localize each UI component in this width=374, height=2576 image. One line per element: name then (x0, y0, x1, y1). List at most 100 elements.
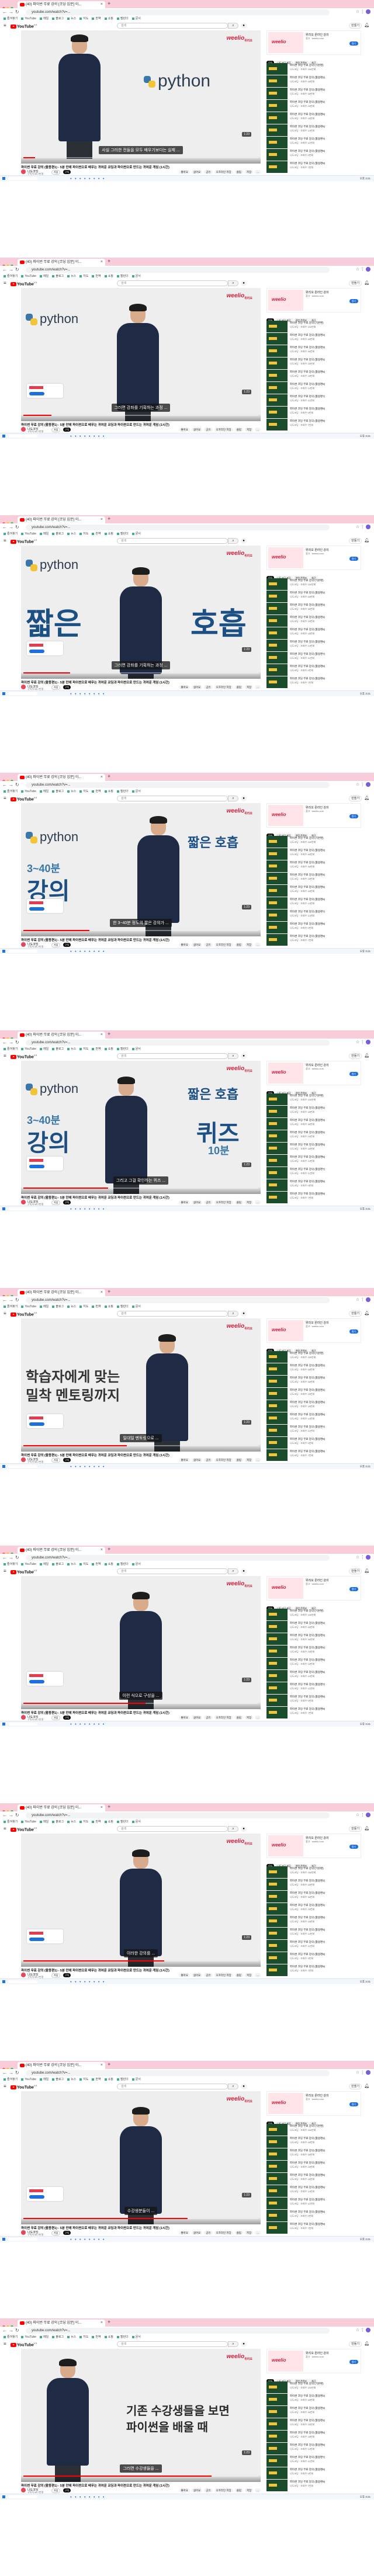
video-action-button[interactable]: 저장 (244, 2231, 254, 2235)
video-thumbnail[interactable] (266, 1143, 288, 1154)
browser-tab[interactable]: (40) 파이썬 무료 강의 [코딩 입문] 이... × (18, 1032, 105, 1039)
video-thumbnail[interactable] (266, 652, 288, 664)
bookmark-item[interactable]: 쇼핑 (105, 532, 113, 537)
bookmark-item[interactable]: 뉴스 (67, 2335, 76, 2340)
video-thumbnail[interactable] (266, 1130, 288, 1142)
progress-bar[interactable] (23, 930, 258, 931)
new-tab-button[interactable]: + (108, 1031, 110, 1037)
bookmark-item[interactable]: 번역 (92, 16, 101, 22)
new-tab-button[interactable]: + (108, 1546, 110, 1552)
youtube-logo[interactable]: YouTubeKR (11, 2084, 37, 2089)
video-player[interactable]: python weelio위리오 사실 그러한 전들을 모두 배우기보다는 실제… (21, 30, 261, 164)
url-field[interactable]: youtube.com/watch?v=... (26, 2328, 330, 2334)
recommended-video[interactable]: 파이썬 코딩 무료 강의 (활용편9) 나도코딩 · 조회수 7만회 (266, 1707, 360, 1719)
bookmark-item[interactable]: 지도 (79, 274, 88, 279)
nav-buttons[interactable]: ←→↻ (2, 1040, 21, 1045)
bookmark-item[interactable]: 블로그 (52, 16, 64, 22)
bookmark-item[interactable]: 즐겨찾기 (4, 1820, 18, 1825)
video-action-button[interactable]: 싫어요 (191, 1716, 203, 1720)
browser-tab[interactable]: (40) 파이썬 무료 강의 [코딩 입문] 이... × (18, 1804, 105, 1811)
mic-icon[interactable]: ● (241, 280, 247, 286)
taskbar-apps[interactable]: ● ● ● ● ● ● ● ● (70, 1464, 106, 1469)
bookmark-item[interactable]: 뉴스 (67, 2077, 76, 2082)
video-thumbnail[interactable] (266, 615, 288, 627)
video-thumbnail[interactable] (266, 860, 288, 872)
bookmark-item[interactable]: 쇼핑 (105, 1562, 113, 1567)
join-button[interactable]: 가입 (51, 685, 61, 690)
video-thumbnail[interactable] (266, 2418, 288, 2430)
taskbar-apps[interactable]: ● ● ● ● ● ● ● ● (70, 2494, 106, 2499)
video-thumbnail[interactable] (266, 1695, 288, 1706)
bookmark-item[interactable]: 지도 (79, 2335, 88, 2340)
reload-icon[interactable]: ↻ (15, 9, 21, 15)
player-controls[interactable] (21, 1702, 261, 1709)
nav-buttons[interactable]: ←→↻ (2, 1555, 21, 1560)
sidebar-ad[interactable]: weelio 위리오 온라인 강의 광고 · weelio.com 열기 (266, 2349, 361, 2373)
video-thumbnail[interactable] (266, 382, 288, 394)
recommended-video[interactable]: 파이썬 코딩 무료 강의 (기본편) 나도코딩 · 조회수 150만회 (266, 2381, 360, 2394)
channel-avatar[interactable] (21, 1973, 26, 1977)
nav-buttons[interactable]: ←→↻ (2, 525, 21, 530)
extensions-icon[interactable]: ⋮ (361, 1813, 365, 1817)
nav-buttons[interactable]: ←→↻ (2, 782, 21, 787)
video-thumbnail[interactable] (266, 124, 288, 136)
recommended-video[interactable]: 파이썬 코딩 무료 강의 (활용편3) 나도코딩 · 조회수 36만회 (266, 603, 360, 615)
youtube-logo[interactable]: YouTubeKR (11, 1054, 37, 1059)
reload-icon[interactable]: ↻ (15, 525, 21, 530)
recommended-video[interactable]: 파이썬 코딩 무료 강의 (기본편) 나도코딩 · 조회수 150만회 (266, 63, 360, 75)
progress-bar[interactable] (23, 2476, 258, 2477)
video-thumbnail[interactable] (266, 2467, 288, 2479)
url-field[interactable]: youtube.com/watch?v=... (26, 1040, 330, 1046)
video-thumbnail[interactable] (266, 2222, 288, 2234)
join-button[interactable]: 가입 (51, 1200, 61, 1205)
recommended-video[interactable]: 파이썬 코딩 무료 강의 (활용편8) 나도코딩 · 조회수 9만회 (266, 1437, 360, 1449)
extensions-icon[interactable]: ⋮ (361, 1040, 365, 1044)
bookmark-item[interactable]: 뉴스 (67, 274, 76, 279)
create-button[interactable]: 만들기 (349, 1568, 362, 1574)
recommended-video[interactable]: 파이썬 코딩 무료 강의 (활용편7) 나도코딩 · 조회수 11만회 (266, 1167, 360, 1179)
video-action-button[interactable]: 클립 (234, 943, 243, 947)
video-action-button[interactable]: 클립 (234, 170, 243, 174)
video-thumbnail[interactable] (266, 1903, 288, 1915)
video-thumbnail[interactable] (266, 112, 288, 124)
start-icon[interactable] (2, 1465, 5, 1468)
subscribe-button[interactable]: 구독 (63, 685, 71, 689)
video-action-button[interactable]: ... (255, 1716, 261, 1720)
recommended-video[interactable]: 파이썬 코딩 무료 강의 (활용편5) 나도코딩 · 조회수 18만회 (266, 885, 360, 897)
url-field[interactable]: youtube.com/watch?v=... (26, 2070, 330, 2076)
back-icon[interactable]: ← (2, 267, 9, 272)
video-thumbnail[interactable] (266, 1351, 288, 1363)
recommended-video[interactable]: 파이썬 코딩 무료 강의 (기본편) 나도코딩 · 조회수 150만회 (266, 1093, 360, 1106)
url-field[interactable]: youtube.com/watch?v=... (26, 267, 330, 273)
hamburger-menu-icon[interactable]: ≡ (4, 2084, 6, 2089)
promo-button[interactable] (29, 907, 44, 911)
video-thumbnail[interactable] (266, 2148, 288, 2160)
video-thumbnail[interactable] (266, 591, 288, 602)
bell-icon[interactable]: 🔔︎ (364, 281, 369, 285)
bookmark-item[interactable]: 문서 (132, 2335, 141, 2340)
back-icon[interactable]: ← (2, 2328, 9, 2333)
recommended-video[interactable]: 파이썬 코딩 무료 강의 (활용편7) 나도코딩 · 조회수 11만회 (266, 1682, 360, 1695)
extensions-icon[interactable]: ⋮ (361, 1298, 365, 1302)
recommended-video[interactable]: 파이썬 코딩 무료 강의 (활용편8) 나도코딩 · 조회수 9만회 (266, 407, 360, 419)
close-tab-icon[interactable]: × (101, 1547, 103, 1554)
start-icon[interactable] (2, 177, 5, 180)
video-action-button[interactable]: 오프라인 저장 (214, 1458, 233, 1462)
video-thumbnail[interactable] (266, 161, 288, 173)
video-thumbnail[interactable] (266, 2394, 288, 2405)
video-player[interactable]: weelio위리오 이런 식으로 구성을 ... 1:23 (21, 1576, 261, 1709)
bookmark-item[interactable]: 뉴스 (67, 1047, 76, 1052)
star-icon[interactable]: ☆ (356, 1556, 359, 1560)
ad-thumbnail[interactable]: weelio (268, 32, 303, 53)
back-icon[interactable]: ← (2, 1813, 9, 1818)
recommended-video[interactable]: 파이썬 코딩 무료 강의 (활용편6) 나도코딩 · 조회수 14만회 (266, 382, 360, 394)
join-button[interactable]: 가입 (51, 1458, 61, 1463)
search-icon[interactable]: ⌕ (228, 1568, 238, 1574)
join-button[interactable]: 가입 (51, 170, 61, 175)
search-icon[interactable]: ⌕ (228, 1053, 238, 1059)
bookmark-item[interactable]: 캘린더 (117, 274, 129, 279)
bookmark-item[interactable]: YouTube (21, 274, 36, 279)
video-action-button[interactable]: 싫어요 (191, 685, 203, 689)
bookmark-item[interactable]: 블로그 (52, 2077, 64, 2082)
channel-avatar[interactable] (21, 942, 26, 947)
